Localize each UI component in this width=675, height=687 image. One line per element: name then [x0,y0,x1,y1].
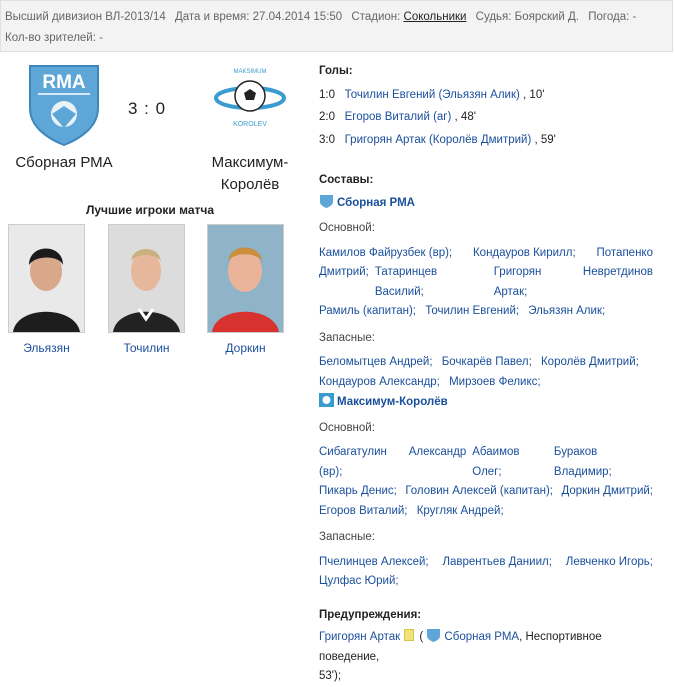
away-main-label: Основной: [319,421,375,434]
away-team-link[interactable]: Максимум-Королёв [337,396,448,408]
away-subs-label: Запасные: [319,531,375,543]
lineup-line: Сибагатулин Александр (вр); Абаимов Олег… [319,443,659,482]
player-link[interactable]: Невретдинов [583,263,653,302]
player-link[interactable]: Егоров Виталий; [319,505,408,517]
best-player-name[interactable]: Эльязян [23,341,70,355]
away-main-list: Сибагатулин Александр (вр); Абаимов Олег… [319,443,659,521]
player-link[interactable]: Точилин Евгений; [425,305,519,317]
match-datetime: Дата и время: 27.04.2014 15:50 [174,11,343,23]
home-main-label: Основной: [319,222,375,234]
player-link[interactable]: Левченко Игорь; [566,553,653,573]
player-link[interactable]: Головин Алексей (капитан); [405,482,553,502]
home-subs-label: Запасные: [319,331,375,344]
svg-text:MAKSIMUM: MAKSIMUM [234,69,267,75]
player-link[interactable]: Доркин Дмитрий; [561,482,653,502]
player-link[interactable]: Кондауров Кирилл; [473,244,576,264]
away-team-logo[interactable]: MAKSIMUM KOROLEV [210,62,290,147]
lineup-line: Рамиль (капитан); Точилин Евгений; Эльяз… [319,302,659,322]
player-link[interactable]: Кругляк Андрей; [417,505,504,517]
spectators: Кол-во зрителей: - [5,32,103,44]
player-link[interactable]: Татаринцев Василий; [375,263,488,302]
svg-text:KOROLEV: KOROLEV [233,121,267,128]
home-team-link[interactable]: Сборная РМА [337,197,415,209]
best-player-2[interactable]: Точилин [108,224,185,355]
referee: Судья: Боярский Д. [475,11,580,23]
weather: Погода: - [588,11,637,23]
player-link[interactable]: Рамиль (капитан); [319,305,416,317]
player-link[interactable]: Бураков Владимир; [554,443,653,482]
warning-row-cont: 53'); [319,670,342,682]
player-link[interactable]: Кондауров Александр; [319,376,440,388]
player-link[interactable]: Сибагатулин Александр (вр); [319,443,466,482]
lineup-line: Пикарь Денис; Головин Алексей (капитан);… [319,482,659,502]
goal-row: 3:0 Григорян Артак (Королёв Дмитрий) , 5… [319,133,556,146]
player-link[interactable]: Мирзоев Феликс; [449,376,541,388]
home-team-name: Сборная РМА [15,154,113,171]
goal-scorer-link[interactable]: Точилин Евгений (Эльязян Алик) [345,89,520,101]
player-link[interactable]: Цулфас Юрий; [319,575,399,587]
player-link[interactable]: Бочкарёв Павел; [442,356,532,368]
home-team: RMA Сборная РМА [0,62,128,174]
goal-row: 2:0 Егоров Виталий (аг) , 48' [319,111,476,123]
match-details: Голы: 1:0 Точилин Евгений (Эльязян Алик)… [319,62,659,687]
away-team-name-line2: Королёв [220,176,280,193]
lineup-line: Пчелинцев Алексей; Лаврентьев Даниил; Ле… [319,553,659,573]
player-photo[interactable] [108,224,185,333]
player-link[interactable]: Потапенко [597,244,653,264]
warning-team-link[interactable]: Сборная РМА [444,631,519,643]
player-photo[interactable] [207,224,284,333]
player-link[interactable]: Королёв Дмитрий; [541,356,639,368]
player-photo[interactable] [8,224,85,333]
best-players-title: Лучшие игроки матча [85,203,215,217]
player-link[interactable]: Абаимов Олег; [472,443,548,482]
player-link[interactable]: Пикарь Денис; [319,482,397,502]
home-subs-list: Беломытцев Андрей; Бочкарёв Павел; Корол… [319,353,659,392]
stadium-link[interactable]: Сокольники [404,11,467,23]
warning-player-link[interactable]: Григорян Артак [319,631,400,643]
svg-text:RMA: RMA [42,72,86,93]
goals-title: Голы: [319,65,353,77]
player-link[interactable]: Григорян Артак; [494,263,577,302]
warning-row: Григорян Артак ( Сборная РМА, Неспортивн… [319,628,659,667]
player-link[interactable]: Лаврентьев Даниил; [442,553,551,573]
lineup-line: Цулфас Юрий; [319,572,659,592]
away-team: MAKSIMUM KOROLEV Максимум- Королёв [190,62,310,196]
lineup-line: Беломытцев Андрей; Бочкарёв Павел; Корол… [319,353,659,373]
lineup-line: Егоров Виталий; Кругляк Андрей; [319,502,659,522]
match-score: 3 : 0 [128,99,167,118]
home-team-icon [319,194,334,208]
player-link[interactable]: Дмитрий; [319,263,369,302]
best-player-name[interactable]: Точилин [123,341,169,355]
lineup-line: Камилов Файрузбек (вр); Кондауров Кирилл… [319,244,659,264]
stadium-label: Стадион: [351,11,401,23]
lineup-line: Кондауров Александр; Мирзоев Феликс; [319,373,659,393]
match-info-bar: Высший дивизион ВЛ-2013/14 Дата и время:… [0,0,673,52]
away-team-icon [319,393,334,407]
goal-row: 1:0 Точилин Евгений (Эльязян Алик) , 10' [319,88,545,101]
best-player-1[interactable]: Эльязян [8,224,85,355]
home-main-list: Камилов Файрузбек (вр); Кондауров Кирилл… [319,244,659,322]
goal-scorer-link[interactable]: Григорян Артак (Королёв Дмитрий) [345,134,532,146]
best-player-3[interactable]: Доркин [207,224,284,355]
player-link[interactable]: Камилов Файрузбек (вр); [319,244,452,264]
best-player-name[interactable]: Доркин [225,341,265,355]
away-team-name-line1: Максимум- [211,154,289,171]
player-link[interactable]: Эльязян Алик; [528,305,605,317]
away-subs-list: Пчелинцев Алексей; Лаврентьев Даниил; Ле… [319,553,659,592]
player-link[interactable]: Пчелинцев Алексей; [319,553,429,573]
lineups-title: Составы: [319,174,374,186]
player-link[interactable]: Беломытцев Андрей; [319,356,433,368]
goal-scorer-link[interactable]: Егоров Виталий (аг) [345,111,452,123]
warnings-title: Предупреждения: [319,608,422,621]
home-team-icon [426,628,441,642]
yellow-card-icon [404,629,415,641]
lineup-line: Дмитрий; Татаринцев Василий; Григорян Ар… [319,263,659,302]
division: Высший дивизион ВЛ-2013/14 [5,11,166,23]
home-team-logo[interactable]: RMA [24,62,104,147]
